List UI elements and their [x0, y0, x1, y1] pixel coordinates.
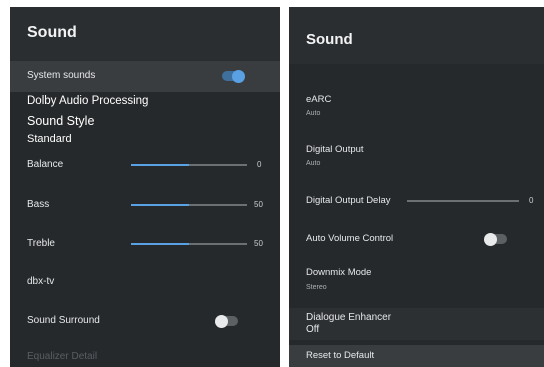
- dialogue-enhancer-label: Dialogue Enhancer: [306, 312, 392, 323]
- treble-slider[interactable]: [131, 243, 247, 245]
- downmix-mode-value: Stereo: [306, 284, 327, 291]
- dbx-tv-label: dbx-tv: [27, 276, 55, 287]
- digital-output-delay-row[interactable]: Digital Output Delay 0: [289, 192, 544, 212]
- digital-output-label: Digital Output: [306, 144, 364, 155]
- sound-surround-toggle[interactable]: [215, 314, 238, 328]
- panel-header: Sound: [10, 7, 280, 61]
- system-sounds-row[interactable]: System sounds: [10, 61, 280, 92]
- digital-output-delay-label: Digital Output Delay: [306, 195, 391, 206]
- downmix-mode-label: Downmix Mode: [306, 267, 372, 278]
- page-title: Sound: [27, 24, 77, 41]
- reset-to-default-button[interactable]: Reset to Default: [306, 350, 374, 361]
- digital-output-delay-value: 0: [529, 196, 534, 205]
- slider-fill: [131, 204, 189, 206]
- auto-volume-control-toggle[interactable]: [484, 232, 507, 246]
- system-sounds-toggle[interactable]: [222, 69, 245, 83]
- earc-row[interactable]: eARC Auto: [289, 91, 544, 121]
- sound-settings-panel-right: Sound eARC Auto Digital Output Auto Digi…: [289, 7, 544, 367]
- downmix-mode-row[interactable]: Downmix Mode Stereo: [289, 265, 544, 295]
- digital-output-delay-slider[interactable]: [407, 200, 519, 202]
- slider-fill: [131, 243, 189, 245]
- auto-volume-control-label: Auto Volume Control: [306, 233, 394, 244]
- equalizer-detail-row: Equalizer Detail: [10, 347, 280, 367]
- overlay-box: Dolby Audio Processing Sound Style Stand…: [10, 92, 280, 150]
- balance-value: 0: [257, 160, 262, 169]
- sound-settings-panel-left: Sound System sounds Dolby Audio Processi…: [10, 7, 280, 367]
- page-title: Sound: [306, 31, 353, 48]
- balance-slider[interactable]: [131, 164, 247, 166]
- sound-style-label[interactable]: Sound Style: [27, 114, 94, 128]
- bass-row[interactable]: Bass 50: [10, 195, 280, 215]
- dialogue-enhancer-row[interactable]: Dialogue Enhancer Off: [289, 308, 544, 340]
- sound-surround-label: Sound Surround: [27, 315, 100, 326]
- equalizer-detail-label: Equalizer Detail: [27, 351, 98, 362]
- auto-volume-control-row[interactable]: Auto Volume Control: [289, 228, 544, 250]
- dolby-audio-processing-label[interactable]: Dolby Audio Processing: [27, 95, 148, 107]
- panel-header: Sound: [289, 7, 544, 64]
- toggle-knob: [215, 314, 228, 328]
- reset-to-default-row[interactable]: Reset to Default: [289, 345, 544, 367]
- earc-value: Auto: [306, 110, 321, 117]
- treble-value: 50: [254, 239, 263, 248]
- sound-style-value: Standard: [27, 133, 72, 145]
- slider-fill: [131, 164, 189, 166]
- bass-slider[interactable]: [131, 204, 247, 206]
- dbx-tv-row[interactable]: dbx-tv: [10, 272, 280, 292]
- toggle-knob: [484, 232, 497, 246]
- bass-label: Bass: [27, 199, 50, 210]
- digital-output-value: Auto: [306, 160, 321, 167]
- digital-output-row[interactable]: Digital Output Auto: [289, 142, 544, 172]
- sound-surround-row[interactable]: Sound Surround: [10, 310, 280, 332]
- toggle-knob: [232, 69, 245, 83]
- bass-value: 50: [254, 200, 263, 209]
- treble-label: Treble: [27, 238, 55, 249]
- dialogue-enhancer-value: Off: [306, 324, 320, 335]
- balance-row[interactable]: Balance 0: [10, 155, 280, 175]
- treble-row[interactable]: Treble 50: [10, 234, 280, 254]
- balance-label: Balance: [27, 159, 64, 170]
- earc-label: eARC: [306, 94, 332, 105]
- system-sounds-label: System sounds: [27, 70, 96, 81]
